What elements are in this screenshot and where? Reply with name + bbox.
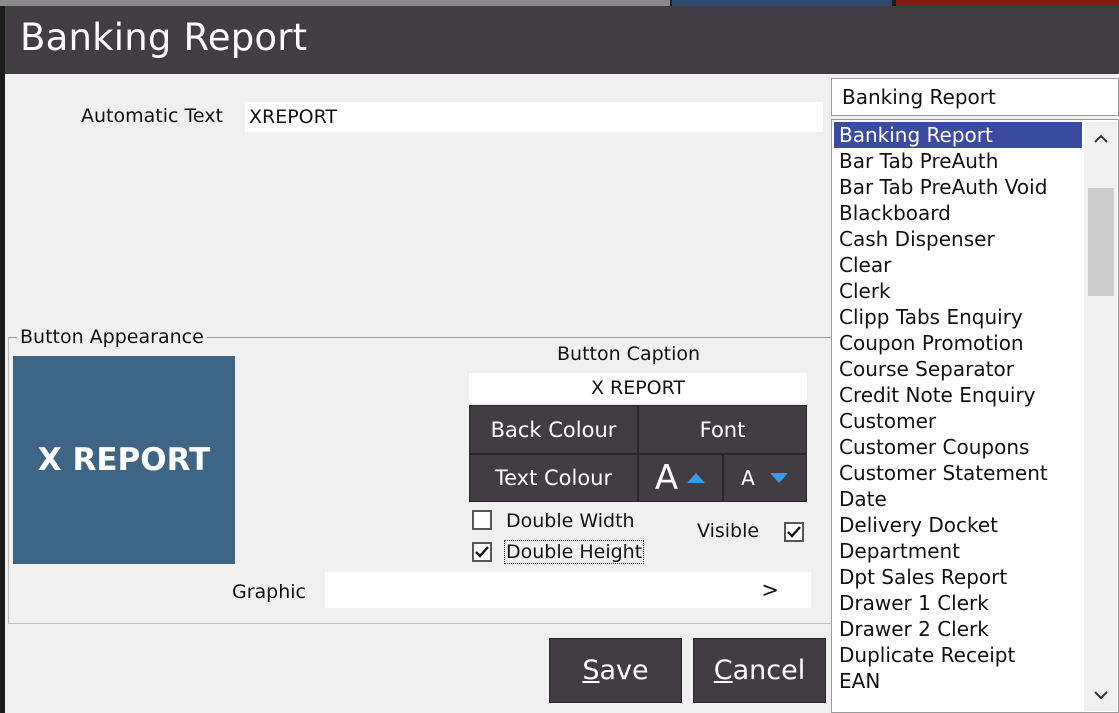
list-item[interactable]: Banking Report (834, 122, 1082, 148)
graphic-browse-button[interactable]: > (761, 572, 779, 608)
automatic-text-input[interactable]: XREPORT (245, 102, 823, 132)
small-a-glyph: A (741, 466, 755, 490)
list-item[interactable]: Customer (834, 408, 1082, 434)
list-item[interactable]: Department (834, 538, 1082, 564)
font-button[interactable]: Font (638, 405, 807, 454)
list-item[interactable]: Bar Tab PreAuth (834, 148, 1082, 174)
double-width-label[interactable]: Double Width (506, 510, 635, 532)
double-width-checkbox[interactable] (472, 510, 492, 530)
button-caption-input[interactable]: X REPORT (469, 373, 807, 403)
button-appearance-legend: Button Appearance (17, 326, 207, 348)
graphic-input[interactable]: > (325, 572, 811, 608)
double-height-checkbox[interactable] (472, 542, 492, 562)
text-colour-button[interactable]: Text Colour (469, 454, 638, 502)
function-listbox[interactable]: Banking Report Bar Tab PreAuth Bar Tab Pre… (831, 119, 1119, 713)
visible-label: Visible (697, 520, 760, 542)
list-item[interactable]: Duplicate Receipt (834, 642, 1082, 668)
list-item[interactable]: Customer Coupons (834, 434, 1082, 460)
function-list-items: Banking Report Bar Tab PreAuth Bar Tab Pre… (834, 122, 1082, 694)
font-size-increase-button[interactable]: A (638, 454, 723, 502)
visible-checkbox[interactable] (784, 522, 804, 542)
list-item[interactable]: EAN (834, 668, 1082, 694)
list-item[interactable]: Customer Statement (834, 460, 1082, 486)
title-bar: Banking Report (5, 6, 1119, 74)
list-item[interactable]: Clipp Tabs Enquiry (834, 304, 1082, 330)
button-preview: X REPORT (13, 356, 235, 564)
list-item[interactable]: Drawer 1 Clerk (834, 590, 1082, 616)
list-item[interactable]: Credit Note Enquiry (834, 382, 1082, 408)
font-size-decrease-button[interactable]: A (723, 454, 807, 502)
cancel-button[interactable]: Cancel (693, 638, 826, 703)
list-item[interactable]: Clear (834, 252, 1082, 278)
list-item[interactable]: Bar Tab PreAuth Void (834, 174, 1082, 200)
list-item[interactable]: Delivery Docket (834, 512, 1082, 538)
window-title: Banking Report (20, 16, 308, 59)
graphic-label: Graphic (232, 581, 307, 603)
list-item[interactable]: Dpt Sales Report (834, 564, 1082, 590)
list-scrollbar[interactable] (1084, 122, 1117, 711)
arrow-up-icon (687, 473, 706, 483)
list-item[interactable]: Coupon Promotion (834, 330, 1082, 356)
save-mnemonic: S (582, 655, 600, 686)
list-item[interactable]: Course Separator (834, 356, 1082, 382)
check-icon (787, 526, 801, 538)
save-button[interactable]: Save (549, 638, 682, 703)
scroll-down-icon[interactable] (1084, 683, 1117, 707)
arrow-down-icon (769, 473, 788, 483)
check-icon (475, 546, 489, 558)
automatic-text-label: Automatic Text (81, 105, 223, 127)
save-label: ave (599, 655, 649, 686)
cancel-mnemonic: C (713, 655, 733, 686)
scroll-up-icon[interactable] (1084, 126, 1117, 150)
back-colour-button[interactable]: Back Colour (469, 405, 638, 454)
double-height-label[interactable]: Double Height (504, 540, 645, 564)
list-item[interactable]: Blackboard (834, 200, 1082, 226)
banking-report-dialog: Banking Report Automatic Text XREPORT Bu… (5, 6, 1119, 713)
button-caption-label: Button Caption (557, 343, 701, 365)
list-item[interactable]: Drawer 2 Clerk (834, 616, 1082, 642)
scroll-thumb[interactable] (1088, 188, 1114, 296)
large-a-glyph: A (654, 458, 679, 498)
function-search-input[interactable]: Banking Report (831, 78, 1119, 116)
list-item[interactable]: Cash Dispenser (834, 226, 1082, 252)
cancel-label: ancel (732, 655, 806, 686)
list-item[interactable]: Clerk (834, 278, 1082, 304)
list-item[interactable]: Date (834, 486, 1082, 512)
